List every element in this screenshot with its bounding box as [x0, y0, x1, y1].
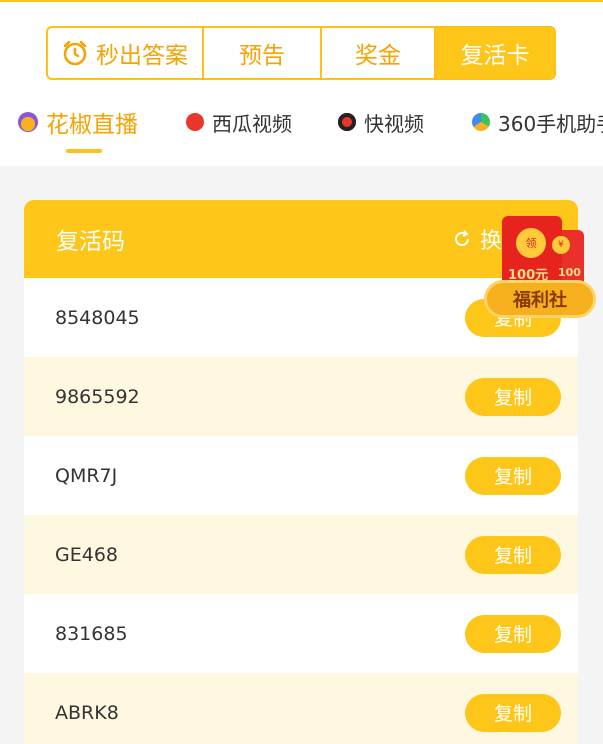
code-value: 8548045 — [55, 306, 140, 329]
kuaishipin-icon — [338, 113, 356, 131]
coin-icon: 领 — [516, 228, 546, 258]
code-row: QMR7J 复制 — [24, 436, 578, 515]
code-row: GE468 复制 — [24, 515, 578, 594]
tab-revive-card[interactable]: 复活卡 — [436, 28, 554, 78]
tab-preview[interactable]: 预告 — [204, 28, 322, 78]
active-channel-underline — [66, 149, 102, 153]
code-value: 9865592 — [55, 385, 140, 408]
360-assistant-icon — [472, 113, 490, 131]
code-value: ABRK8 — [55, 701, 119, 724]
channel-360-assistant[interactable]: 360手机助手 — [472, 108, 603, 137]
yuan-coin-icon: ¥ — [552, 236, 570, 254]
refresh-icon — [455, 230, 469, 246]
tab-preview-label: 预告 — [239, 43, 285, 69]
channel-xigua[interactable]: 西瓜视频 — [186, 108, 292, 137]
code-row: 831685 复制 — [24, 594, 578, 673]
code-value: 831685 — [55, 622, 128, 645]
channel-huajiao[interactable]: 花椒直播 — [18, 105, 138, 139]
tab-bonus-label: 奖金 — [355, 43, 401, 69]
channel-xigua-label: 西瓜视频 — [212, 111, 292, 136]
welfare-promo-widget[interactable]: 领 ¥ 100元 100 福利社 — [480, 216, 600, 326]
code-value: GE468 — [55, 543, 118, 566]
channel-huajiao-label: 花椒直播 — [46, 112, 138, 138]
channel-tabs: 花椒直播 西瓜视频 快视频 360手机助手 — [0, 104, 603, 140]
copy-button[interactable]: 复制 — [465, 456, 561, 495]
alarm-clock-icon — [63, 40, 87, 66]
tab-answers[interactable]: 秒出答案 — [48, 28, 204, 78]
code-list: 8548045 复制 9865592 复制 QMR7J 复制 GE468 复制 … — [24, 278, 578, 744]
welfare-badge: 福利社 — [484, 280, 596, 318]
tab-bonus[interactable]: 奖金 — [322, 28, 436, 78]
copy-button[interactable]: 复制 — [465, 377, 561, 416]
promo-amount-secondary: 100 — [558, 266, 581, 279]
xigua-icon — [186, 113, 204, 131]
copy-button[interactable]: 复制 — [465, 535, 561, 574]
tab-answers-label: 秒出答案 — [96, 43, 188, 69]
channel-kuaishipin[interactable]: 快视频 — [338, 108, 424, 137]
code-row: 9865592 复制 — [24, 357, 578, 436]
channel-360-assistant-label: 360手机助手 — [498, 111, 603, 136]
huajiao-icon — [18, 112, 38, 132]
code-row: ABRK8 复制 — [24, 673, 578, 744]
top-bar: 秒出答案 预告 奖金 复活卡 花椒直播 西瓜视频 快视频 360手机助手 — [0, 0, 603, 166]
top-accent-line — [0, 0, 603, 2]
segment-tabs: 秒出答案 预告 奖金 复活卡 — [46, 26, 556, 80]
tab-revive-card-label: 复活卡 — [460, 43, 530, 69]
card-title: 复活码 — [56, 229, 125, 255]
copy-button[interactable]: 复制 — [465, 614, 561, 653]
channel-kuaishipin-label: 快视频 — [364, 111, 424, 136]
code-value: QMR7J — [55, 464, 118, 487]
copy-button[interactable]: 复制 — [465, 693, 561, 732]
